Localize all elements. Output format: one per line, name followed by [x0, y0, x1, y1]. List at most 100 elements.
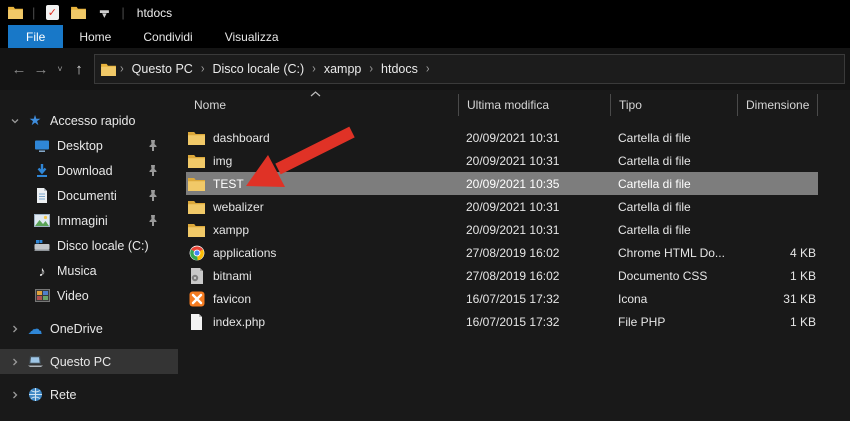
- tab-visualizza[interactable]: Visualizza: [209, 25, 295, 48]
- tab-condividi[interactable]: Condividi: [127, 25, 208, 48]
- sidebar-item-desktop[interactable]: Desktop: [0, 133, 178, 158]
- file-type: Chrome HTML Do...: [618, 245, 725, 260]
- up-icon[interactable]: ↑: [68, 61, 90, 78]
- address-bar[interactable]: › Questo PC › Disco locale (C:) › xampp › htdoc…: [94, 54, 845, 84]
- file-name-cell: dashboard: [186, 130, 458, 146]
- file-name-cell: xampp: [186, 222, 458, 238]
- file-modified: 20/09/2021 10:35: [466, 176, 560, 191]
- sidebar-item-label: Accesso rapido: [50, 113, 136, 128]
- download-icon: [33, 163, 51, 178]
- window-body: ★ Accesso rapido Desktop Download Documenti I…: [0, 90, 850, 421]
- tab-file[interactable]: File: [8, 25, 64, 48]
- file-type: Cartella di file: [618, 222, 691, 237]
- sidebar-item-label: Questo PC: [50, 354, 112, 369]
- file-type: Cartella di file: [618, 130, 691, 145]
- file-name-cell: index.php: [186, 313, 458, 330]
- breadcrumb-separator[interactable]: ›: [426, 62, 430, 76]
- image-icon: [33, 214, 51, 227]
- sidebar-item-download[interactable]: Download: [0, 158, 178, 183]
- recent-locations-icon[interactable]: ˅: [52, 64, 68, 74]
- star-icon: ★: [28, 112, 42, 128]
- file-name-cell: img: [186, 153, 458, 169]
- file-type: Icona: [618, 291, 648, 306]
- breadcrumb-segment[interactable]: Questo PC: [126, 62, 199, 76]
- file-name-cell: favicon: [186, 291, 458, 307]
- sidebar-item-video[interactable]: Video: [0, 283, 178, 308]
- sidebar-item-disco-locale-c[interactable]: Disco locale (C:): [0, 233, 178, 258]
- file-name: favicon: [213, 291, 252, 306]
- breadcrumb-segment[interactable]: xampp: [318, 62, 368, 76]
- file-modified: 20/09/2021 10:31: [466, 199, 560, 214]
- file-type: Cartella di file: [618, 176, 691, 191]
- file-row-dashboard[interactable]: dashboard 20/09/2021 10:31 Cartella di fil…: [186, 126, 818, 149]
- sidebar-item-questo-pc[interactable]: Questo PC: [0, 349, 178, 374]
- sidebar-item-immagini[interactable]: Immagini: [0, 208, 178, 233]
- file-row-xampp[interactable]: xampp 20/09/2021 10:31 Cartella di file: [186, 218, 818, 241]
- new-folder-icon[interactable]: [69, 4, 87, 22]
- column-header-modified[interactable]: Ultima modifica: [458, 94, 610, 116]
- explorer-window: | ✓ ▬ ▾ | htdocs File Home Condividi Visuali…: [0, 0, 850, 421]
- chevron-right-icon[interactable]: [8, 390, 22, 400]
- breadcrumb-segment[interactable]: Disco locale (C:): [206, 62, 310, 76]
- file-size: 4 KB: [789, 245, 816, 260]
- column-header-size[interactable]: Dimensione: [737, 94, 818, 116]
- column-headers: Nome Ultima modifica Tipo Dimensione: [186, 90, 818, 120]
- sidebar-item-musica[interactable]: ♪ Musica: [0, 258, 178, 283]
- file-row-test[interactable]: TEST 20/09/2021 10:35 Cartella di file: [186, 172, 818, 195]
- properties-check-icon[interactable]: ✓: [43, 4, 61, 22]
- file-modified: 27/08/2019 16:02: [466, 245, 560, 260]
- sidebar-item-accesso-rapido[interactable]: ★ Accesso rapido: [0, 108, 178, 133]
- file-row-favicon[interactable]: favicon 16/07/2015 17:32 Icona 31 KB: [186, 287, 818, 310]
- sidebar-item-label: Musica: [57, 263, 97, 278]
- file-row-index-php[interactable]: index.php 16/07/2015 17:32 File PHP 1 KB: [186, 310, 818, 333]
- xampp-icon: [188, 291, 205, 307]
- sidebar-item-label: Download: [57, 163, 113, 178]
- file-row-bitnami[interactable]: bitnami 27/08/2019 16:02 Documento CSS 1 KB: [186, 264, 818, 287]
- sidebar-item-label: Desktop: [57, 138, 103, 153]
- window-title: htdocs: [136, 5, 173, 20]
- sidebar-item-label: OneDrive: [50, 321, 103, 336]
- customize-toolbar-dropdown-icon[interactable]: ▬ ▾: [95, 4, 113, 22]
- tab-home[interactable]: Home: [63, 25, 127, 48]
- file-name: index.php: [213, 314, 266, 329]
- forward-icon[interactable]: →: [30, 61, 52, 78]
- chrome-icon: [188, 245, 205, 261]
- file-type: Cartella di file: [618, 199, 691, 214]
- chevron-right-icon[interactable]: [8, 324, 22, 334]
- breadcrumb-separator[interactable]: ›: [369, 62, 373, 76]
- chevron-right-icon[interactable]: [8, 357, 22, 367]
- pc-icon: [26, 355, 44, 368]
- column-header-name[interactable]: Nome: [186, 94, 458, 116]
- app-folder-icon[interactable]: [6, 4, 24, 22]
- file-row-applications[interactable]: applications 27/08/2019 16:02 Chrome HTML …: [186, 241, 818, 264]
- sort-ascending-icon: [310, 86, 321, 100]
- breadcrumb-separator[interactable]: ›: [201, 62, 205, 76]
- folder-icon: [188, 130, 205, 146]
- sidebar-item-onedrive[interactable]: ☁ OneDrive: [0, 316, 178, 341]
- file-modified: 20/09/2021 10:31: [466, 130, 560, 145]
- chevron-down-icon[interactable]: [8, 116, 22, 126]
- file-row-img[interactable]: img 20/09/2021 10:31 Cartella di file: [186, 149, 818, 172]
- nav-buttons: ← → ˅ ↑: [0, 61, 94, 78]
- sidebar-item-rete[interactable]: Rete: [0, 382, 178, 407]
- breadcrumb-separator[interactable]: ›: [120, 62, 124, 76]
- address-folder-icon: [101, 63, 116, 76]
- file-size: 31 KB: [783, 291, 816, 306]
- file-modified: 16/07/2015 17:32: [466, 314, 560, 329]
- file-modified: 16/07/2015 17:32: [466, 291, 560, 306]
- file-name: bitnami: [213, 268, 252, 283]
- file-name: webalizer: [213, 199, 264, 214]
- sidebar-item-documenti[interactable]: Documenti: [0, 183, 178, 208]
- file-name-cell: TEST: [186, 176, 458, 192]
- music-icon: ♪: [38, 262, 46, 279]
- column-header-type[interactable]: Tipo: [610, 94, 737, 116]
- folder-icon: [188, 199, 205, 215]
- file-row-webalizer[interactable]: webalizer 20/09/2021 10:31 Cartella di fil…: [186, 195, 818, 218]
- breadcrumb-separator[interactable]: ›: [312, 62, 316, 76]
- file-name: xampp: [213, 222, 250, 237]
- back-icon[interactable]: ←: [8, 61, 30, 78]
- breadcrumb-segment[interactable]: htdocs: [375, 62, 424, 76]
